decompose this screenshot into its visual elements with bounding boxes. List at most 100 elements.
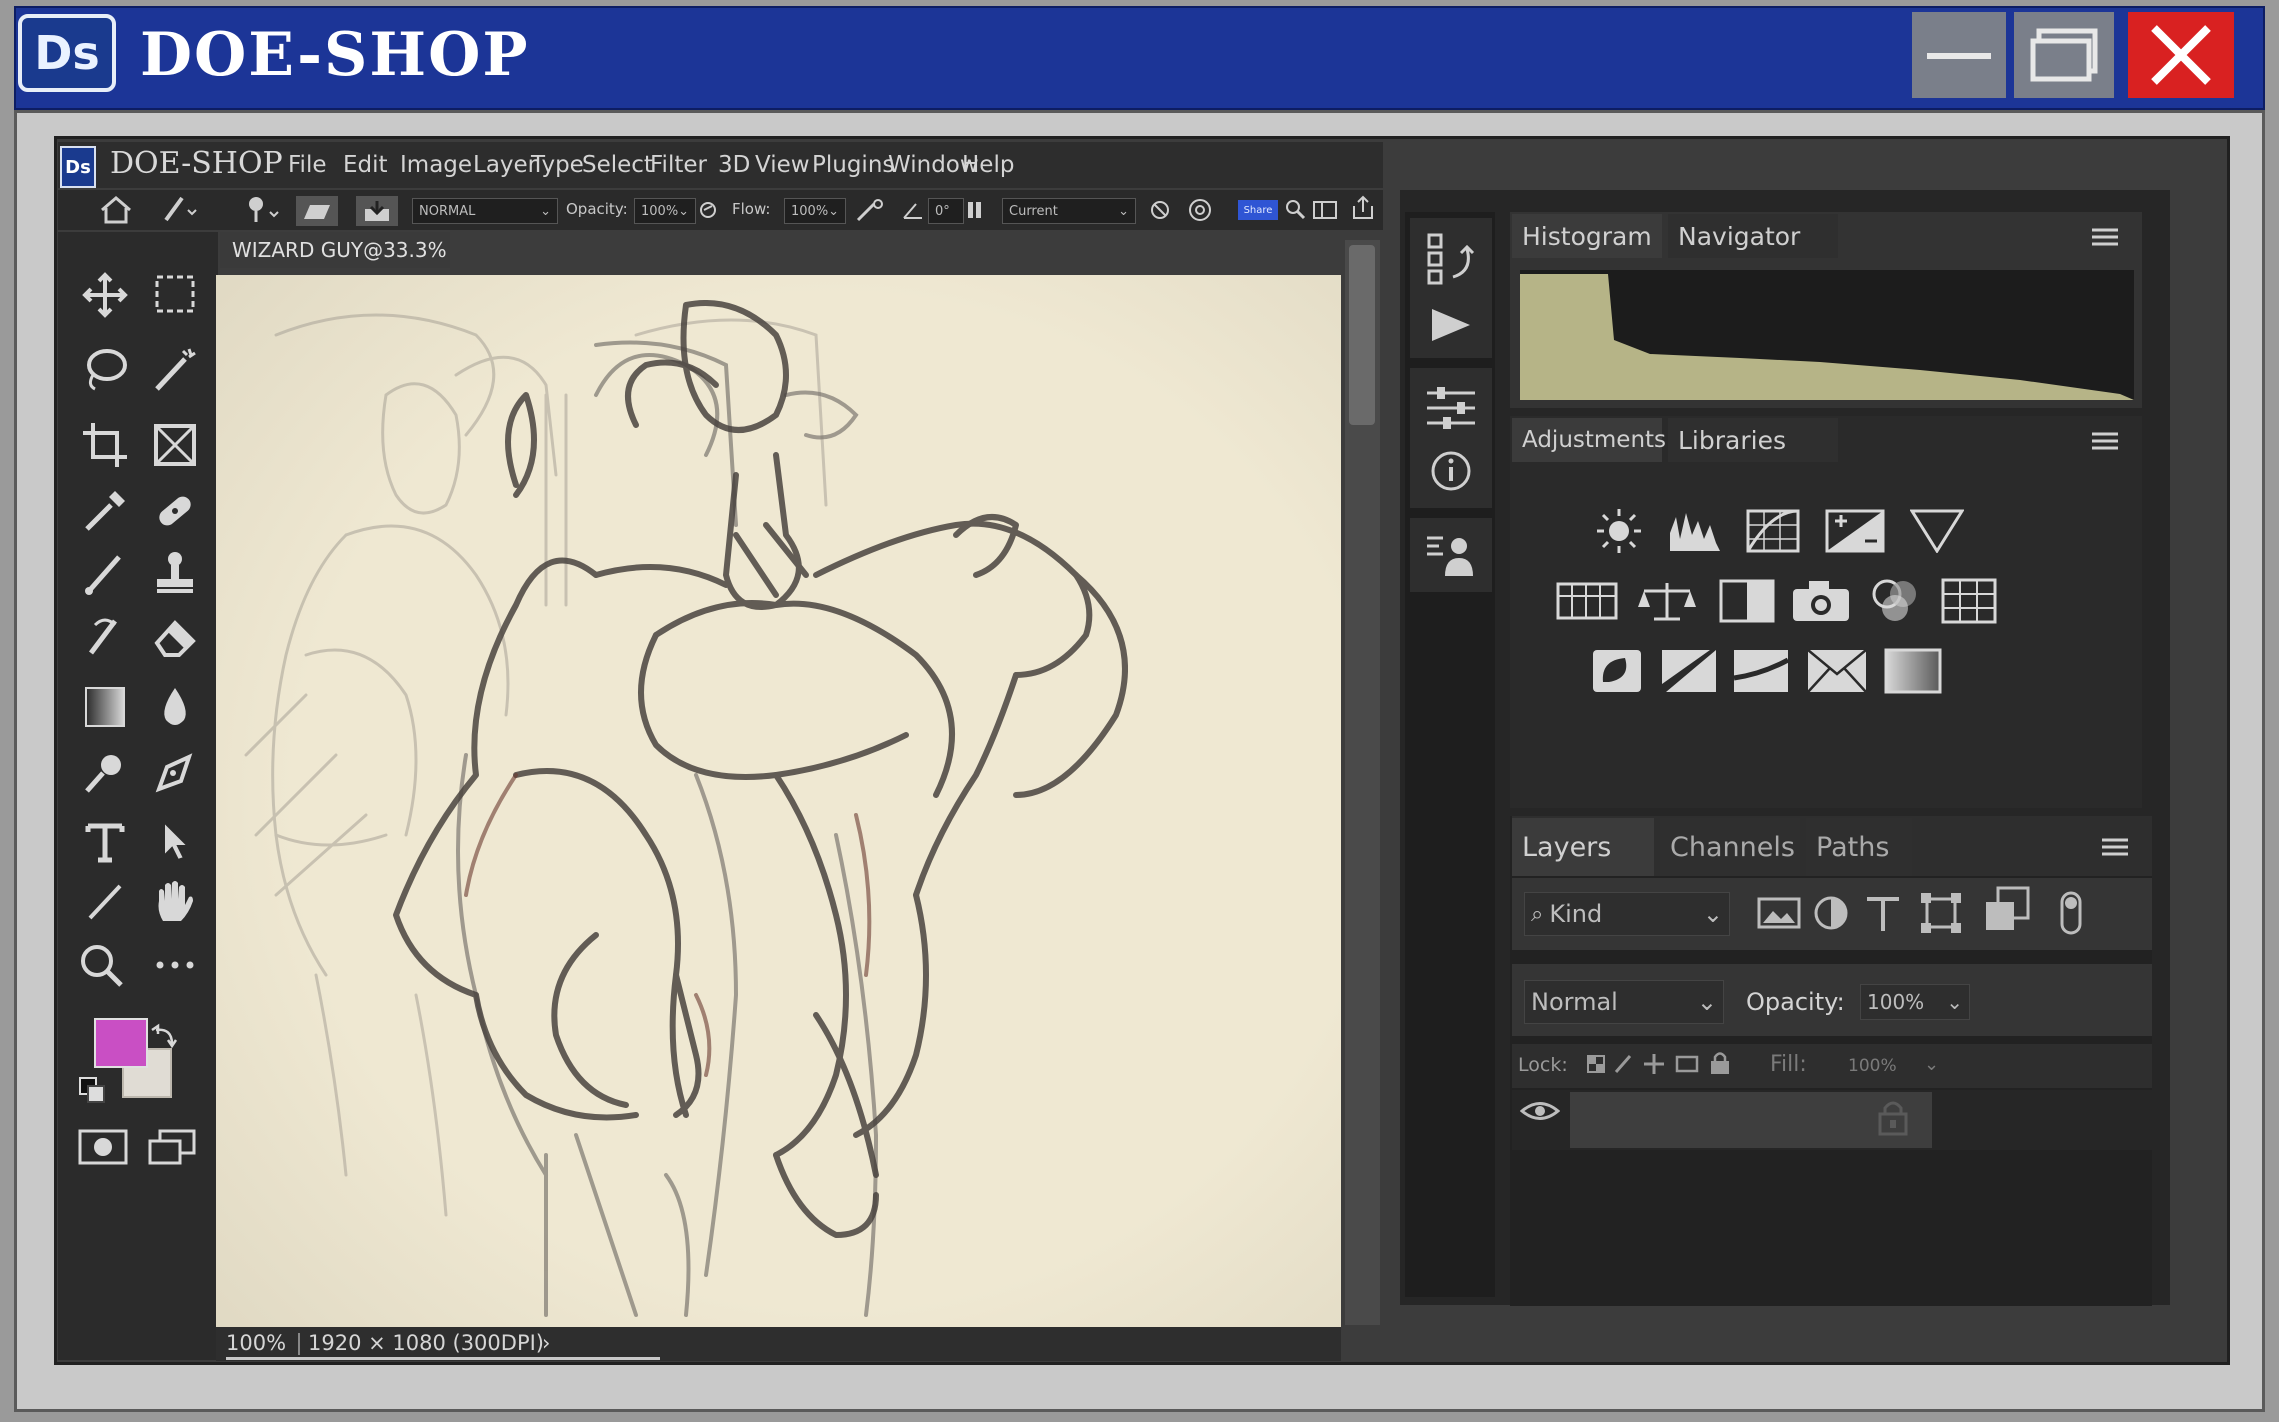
color-lookup-adjustment[interactable] xyxy=(1938,576,2000,626)
flow-input[interactable]: 100% ⌄ xyxy=(784,198,846,224)
sliders-icon[interactable] xyxy=(1423,383,1479,433)
filter-adjustment-layers[interactable] xyxy=(1806,888,1856,938)
clone-stamp-tool[interactable] xyxy=(150,548,200,598)
layer-blend-mode-select[interactable]: Normal ⌄ xyxy=(1524,980,1724,1024)
workspace-icon[interactable] xyxy=(1312,198,1342,222)
chevron-down-icon[interactable]: ⌄ xyxy=(1924,1054,1939,1075)
menu-layer[interactable]: Layer xyxy=(473,152,537,178)
properties-person-icon[interactable] xyxy=(1423,530,1479,580)
lock-position-icon[interactable] xyxy=(1642,1052,1666,1076)
brightness-adjustment[interactable] xyxy=(1588,506,1650,556)
selective-color-adjustment[interactable] xyxy=(1806,646,1868,696)
foreground-color-swatch[interactable] xyxy=(94,1018,148,1068)
share-button[interactable]: Share xyxy=(1238,200,1278,220)
brush-preset-icon[interactable] xyxy=(160,194,200,224)
swap-colors-icon[interactable] xyxy=(150,1022,180,1052)
frame-tool[interactable] xyxy=(150,420,200,470)
history-icon[interactable] xyxy=(1423,231,1479,291)
pressure-size-icon[interactable] xyxy=(966,200,984,220)
zoom-level[interactable]: 100% xyxy=(226,1331,286,1355)
move-tool[interactable] xyxy=(80,270,130,320)
posterize-adjustment[interactable] xyxy=(1658,646,1720,696)
invert-adjustment[interactable] xyxy=(1586,646,1648,696)
menu-file[interactable]: File xyxy=(288,152,327,178)
menu-type[interactable]: Type xyxy=(531,152,584,178)
type-tool[interactable] xyxy=(80,816,130,866)
lock-all-icon[interactable] xyxy=(1708,1050,1732,1076)
exposure-adjustment[interactable] xyxy=(1824,506,1886,556)
target-icon[interactable] xyxy=(1186,196,1214,224)
filter-type-layers[interactable] xyxy=(1858,888,1908,938)
menu-help[interactable]: Help xyxy=(962,152,1014,178)
lasso-tool[interactable] xyxy=(80,344,130,394)
minimize-button[interactable] xyxy=(1912,12,2006,98)
gradient-tool[interactable] xyxy=(80,682,130,732)
line-tool[interactable] xyxy=(80,876,130,926)
eyedropper-tool[interactable] xyxy=(80,486,130,536)
tab-adjustments[interactable]: Adjustments xyxy=(1512,418,1666,462)
maximize-button[interactable] xyxy=(2014,12,2114,98)
blend-mode-select[interactable]: NORMAL ⌄ xyxy=(412,198,558,224)
menu-plugins[interactable]: Plugins xyxy=(812,152,894,178)
filter-smart-objects[interactable] xyxy=(1982,884,2032,934)
black-white-adjustment[interactable] xyxy=(1716,576,1778,626)
panel-menu-icon[interactable] xyxy=(2090,226,2120,248)
search-icon[interactable] xyxy=(1284,198,1306,222)
ignore-adjustment-icon[interactable] xyxy=(1148,198,1172,222)
hand-tool[interactable] xyxy=(150,876,200,926)
opacity-input[interactable]: 100% ⌄ xyxy=(634,198,696,224)
airbrush-icon[interactable] xyxy=(854,198,886,224)
screen-mode-button[interactable] xyxy=(144,1122,200,1172)
sample-select[interactable]: Current ⌄ xyxy=(1002,198,1136,224)
info-icon[interactable] xyxy=(1429,449,1473,493)
hue-saturation-adjustment[interactable] xyxy=(1556,576,1618,626)
photo-filter-adjustment[interactable] xyxy=(1790,576,1852,626)
menu-filter[interactable]: Filter xyxy=(650,152,707,178)
angle-input[interactable]: 0° xyxy=(928,198,964,224)
tab-channels[interactable]: Channels xyxy=(1660,818,1800,876)
crop-tool[interactable] xyxy=(80,420,130,470)
menu-image[interactable]: Image xyxy=(400,152,472,178)
tab-libraries[interactable]: Libraries xyxy=(1668,418,1838,462)
filter-toggle[interactable] xyxy=(2046,888,2096,938)
marquee-tool[interactable] xyxy=(150,270,200,320)
pen-tool[interactable] xyxy=(150,748,200,798)
filter-pixel-layers[interactable] xyxy=(1754,888,1804,938)
history-brush-tool[interactable] xyxy=(80,610,130,660)
brush-panel-toggle[interactable] xyxy=(296,196,338,226)
menu-3d[interactable]: 3D xyxy=(718,152,750,178)
dodge-tool[interactable] xyxy=(80,748,130,798)
color-balance-adjustment[interactable] xyxy=(1636,576,1698,626)
lock-pixels-icon[interactable] xyxy=(1612,1052,1634,1076)
menu-view[interactable]: View xyxy=(755,152,810,178)
more-tools-button[interactable] xyxy=(150,940,200,990)
blur-tool[interactable] xyxy=(150,682,200,732)
status-expand-icon[interactable]: › xyxy=(542,1331,550,1355)
zoom-tool[interactable] xyxy=(76,940,126,990)
quick-mask-button[interactable] xyxy=(76,1122,132,1172)
document-tab[interactable]: WIZARD GUY@33.3% xyxy=(220,232,450,268)
healing-brush-tool[interactable] xyxy=(150,486,200,536)
fill-value[interactable]: 100% xyxy=(1848,1056,1897,1076)
threshold-adjustment[interactable] xyxy=(1730,646,1792,696)
menu-select[interactable]: Select xyxy=(582,152,653,178)
canvas[interactable] xyxy=(216,275,1341,1327)
curves-adjustment[interactable] xyxy=(1742,506,1804,556)
magic-wand-tool[interactable] xyxy=(150,344,200,394)
canvas-scroll-thumb[interactable] xyxy=(1349,245,1375,425)
close-button[interactable] xyxy=(2128,12,2234,98)
pressure-opacity-icon[interactable] xyxy=(698,200,718,220)
adjustments-menu-icon[interactable] xyxy=(2090,430,2120,452)
layer-opacity-input[interactable]: 100% ⌄ xyxy=(1860,984,1970,1020)
clone-source-toggle[interactable] xyxy=(356,196,398,226)
eye-icon[interactable] xyxy=(1520,1098,1560,1124)
tab-navigator[interactable]: Navigator xyxy=(1668,214,1838,258)
home-icon[interactable] xyxy=(100,196,132,224)
menu-edit[interactable]: Edit xyxy=(343,152,388,178)
tab-paths[interactable]: Paths xyxy=(1806,818,1912,876)
tab-layers[interactable]: Layers xyxy=(1512,818,1654,876)
play-icon[interactable] xyxy=(1426,305,1476,345)
vibrance-adjustment[interactable] xyxy=(1906,506,1968,556)
brush-size-icon[interactable] xyxy=(242,194,282,226)
filter-shape-layers[interactable] xyxy=(1916,888,1966,938)
